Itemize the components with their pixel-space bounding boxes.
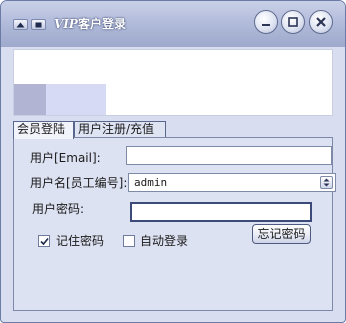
remember-password-checkbox[interactable]	[38, 235, 50, 247]
up-arrow-icon[interactable]	[13, 19, 28, 30]
title-prefix: VIP	[54, 17, 78, 31]
tab-member-login[interactable]: 会员登陆	[13, 121, 74, 139]
tab-register-recharge[interactable]: 用户注册/充值	[74, 121, 166, 138]
close-icon[interactable]	[309, 10, 333, 34]
checkmark-icon	[39, 237, 49, 245]
username-combo[interactable]: admin	[128, 173, 336, 192]
login-panel: 用户[Email]: 用户名[员工编号]: admin 用户密码: 忘记密码 记…	[13, 137, 336, 311]
auto-login-checkbox[interactable]	[123, 235, 135, 247]
banner-block	[46, 84, 106, 115]
minimize-icon[interactable]	[254, 10, 278, 34]
username-value: admin	[134, 176, 168, 189]
maximize-icon[interactable]	[281, 10, 305, 34]
title-bar[interactable]: VIP客户登录	[1, 1, 345, 47]
username-label: 用户名[员工编号]:	[30, 176, 128, 190]
remember-password-label[interactable]: 记住密码	[56, 233, 104, 249]
window-title: VIP客户登录	[54, 16, 126, 32]
auto-login-label[interactable]: 自动登录	[140, 233, 188, 249]
email-field[interactable]	[126, 146, 332, 165]
banner-area	[13, 49, 333, 116]
restore-icon[interactable]	[31, 19, 46, 30]
banner-block	[14, 84, 46, 115]
chevron-up-down-icon[interactable]	[320, 176, 333, 189]
title-suffix: 客户登录	[77, 17, 126, 31]
password-label: 用户密码:	[32, 202, 85, 216]
email-label: 用户[Email]:	[30, 151, 101, 165]
password-field[interactable]	[130, 202, 312, 222]
login-window: VIP客户登录 会员登陆 用户注册/充值 用户[Email]: 用户名[员工编号…	[0, 0, 346, 323]
forgot-password-button[interactable]: 忘记密码	[252, 224, 311, 244]
